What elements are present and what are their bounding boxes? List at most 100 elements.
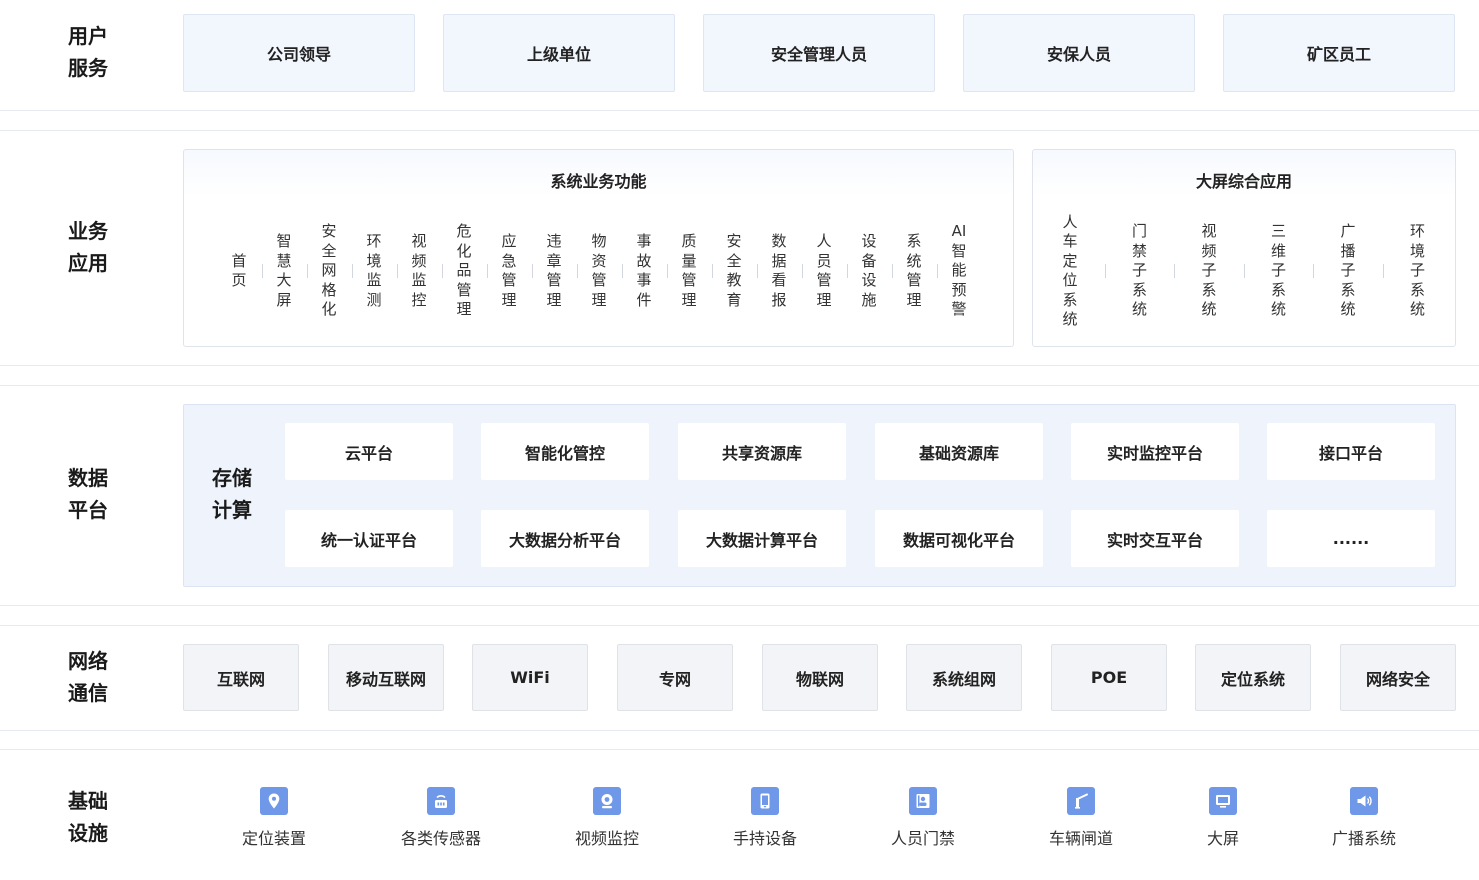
screen-app-separator: [1313, 264, 1315, 278]
system-function-separator: [756, 264, 758, 278]
system-function-separator: [621, 264, 623, 278]
system-function-separator: [711, 264, 713, 278]
data-box-unified-auth[interactable]: 统一认证平台: [285, 510, 453, 567]
system-function-item[interactable]: 安全网格化: [317, 206, 341, 336]
net-box-wifi[interactable]: WiFi: [472, 644, 588, 711]
infra-label: 视频监控: [574, 829, 639, 848]
infra-item-locator[interactable]: 定位装置: [214, 787, 334, 849]
system-function-item[interactable]: 事故事件: [632, 206, 656, 336]
net-box-private-network[interactable]: 专网: [617, 644, 733, 711]
camera-icon: [593, 787, 621, 815]
infra-item-broadcast[interactable]: 广播系统: [1304, 787, 1424, 849]
data-box-bigdata-analysis[interactable]: 大数据分析平台: [481, 510, 649, 567]
infra-item-sensors[interactable]: 各类传感器: [381, 787, 501, 849]
infra-label: 大屏: [1206, 829, 1239, 848]
system-function-item[interactable]: 系统管理: [902, 206, 926, 336]
handheld-device-icon: [751, 787, 779, 815]
infra-item-handheld[interactable]: 手持设备: [705, 787, 825, 849]
system-function-item[interactable]: 违章管理: [542, 206, 566, 336]
data-box-data-visualization[interactable]: 数据可视化平台: [875, 510, 1043, 567]
screen-app-separator: [1243, 264, 1245, 278]
data-box-cloud-platform[interactable]: 云平台: [285, 423, 453, 480]
location-pin-icon: [260, 787, 288, 815]
business-app-label: 业务 应用: [68, 219, 108, 275]
system-function-separator: [351, 264, 353, 278]
screen-app-separator: [1382, 264, 1384, 278]
system-function-item[interactable]: AI 智能预警: [947, 206, 971, 336]
net-box-mobile-internet[interactable]: 移动互联网: [328, 644, 444, 711]
system-function-separator: [396, 264, 398, 278]
screen-app-item[interactable]: 人车定位系统: [1058, 206, 1082, 336]
system-function-item[interactable]: 数据看报: [767, 206, 791, 336]
system-function-separator: [441, 264, 443, 278]
screen-app-item[interactable]: 三维子系统: [1267, 206, 1291, 336]
net-box-iot[interactable]: 物联网: [762, 644, 878, 711]
infra-label: 各类传感器: [400, 829, 481, 848]
system-function-separator: [666, 264, 668, 278]
infra-label: 手持设备: [732, 829, 797, 848]
system-function-separator: [306, 264, 308, 278]
net-box-network-security[interactable]: 网络安全: [1340, 644, 1456, 711]
system-function-item[interactable]: 危化品管理: [452, 206, 476, 336]
data-box-realtime-interaction[interactable]: 实时交互平台: [1071, 510, 1239, 567]
sensor-icon: [427, 787, 455, 815]
system-function-separator: [486, 264, 488, 278]
infra-item-video[interactable]: 视频监控: [547, 787, 667, 849]
system-function-item[interactable]: 首页: [227, 206, 251, 336]
system-function-item[interactable]: 安全教育: [722, 206, 746, 336]
infra-label: 车辆闸道: [1048, 829, 1113, 848]
infra-label: 人员门禁: [890, 829, 955, 848]
user-service-label: 用户 服务: [68, 24, 108, 80]
user-box-security-staff[interactable]: 安保人员: [963, 14, 1195, 92]
user-box-safety-manager[interactable]: 安全管理人员: [703, 14, 935, 92]
system-function-separator: [531, 264, 533, 278]
system-function-item[interactable]: 智慧大屏: [272, 206, 296, 336]
data-box-realtime-monitor[interactable]: 实时监控平台: [1071, 423, 1239, 480]
screen-app-separator: [1104, 264, 1106, 278]
infra-label: 广播系统: [1331, 829, 1396, 848]
user-box-mine-staff[interactable]: 矿区员工: [1223, 14, 1455, 92]
system-function-item[interactable]: 质量管理: [677, 206, 701, 336]
net-box-positioning[interactable]: 定位系统: [1195, 644, 1311, 711]
screen-app-separator: [1174, 264, 1176, 278]
system-function-separator: [846, 264, 848, 278]
data-box-interface-platform[interactable]: 接口平台: [1267, 423, 1435, 480]
net-box-system-network[interactable]: 系统组网: [906, 644, 1022, 711]
system-function-separator: [261, 264, 263, 278]
net-box-poe[interactable]: POE: [1051, 644, 1167, 711]
system-function-separator: [801, 264, 803, 278]
data-platform-label: 数据 平台: [68, 466, 108, 522]
data-box-more[interactable]: ......: [1267, 510, 1435, 567]
infrastructure-label: 基础 设施: [68, 789, 108, 845]
infra-item-gate[interactable]: 车辆闸道: [1021, 787, 1141, 849]
system-function-item[interactable]: 设备设施: [857, 206, 881, 336]
data-box-bigdata-compute[interactable]: 大数据计算平台: [678, 510, 846, 567]
access-control-icon: [909, 787, 937, 815]
system-function-item[interactable]: 视频监控: [407, 206, 431, 336]
system-function-separator: [936, 264, 938, 278]
system-function-title: 系统业务功能: [550, 172, 647, 191]
screen-app-item[interactable]: 视频子系统: [1197, 206, 1221, 336]
data-box-shared-resource[interactable]: 共享资源库: [678, 423, 846, 480]
barrier-gate-icon: [1067, 787, 1095, 815]
system-function-item[interactable]: 物资管理: [587, 206, 611, 336]
system-function-separator: [576, 264, 578, 278]
user-box-company-leader[interactable]: 公司领导: [183, 14, 415, 92]
screen-app-item[interactable]: 门禁子系统: [1128, 206, 1152, 336]
broadcast-icon: [1350, 787, 1378, 815]
data-box-base-resource[interactable]: 基础资源库: [875, 423, 1043, 480]
net-box-internet[interactable]: 互联网: [183, 644, 299, 711]
big-screen-icon: [1209, 787, 1237, 815]
data-box-intelligent-control[interactable]: 智能化管控: [481, 423, 649, 480]
user-box-superior-unit[interactable]: 上级单位: [443, 14, 675, 92]
screen-app-title: 大屏综合应用: [1195, 172, 1292, 191]
screen-app-item[interactable]: 环境子系统: [1406, 206, 1430, 336]
system-function-item[interactable]: 人员管理: [812, 206, 836, 336]
system-function-panel: 系统业务功能 首页智慧大屏安全网格化环境监测视频监控危化品管理应急管理违章管理物…: [183, 149, 1014, 347]
infra-item-access[interactable]: 人员门禁: [863, 787, 983, 849]
system-function-item[interactable]: 应急管理: [497, 206, 521, 336]
system-function-item[interactable]: 环境监测: [362, 206, 386, 336]
screen-app-item[interactable]: 广播子系统: [1336, 206, 1360, 336]
infra-item-big-screen[interactable]: 大屏: [1163, 787, 1283, 849]
screen-app-panel: 大屏综合应用 人车定位系统 门禁子系统 视频子系统 三维子系统 广播子系统 环境子系统: [1032, 149, 1456, 347]
